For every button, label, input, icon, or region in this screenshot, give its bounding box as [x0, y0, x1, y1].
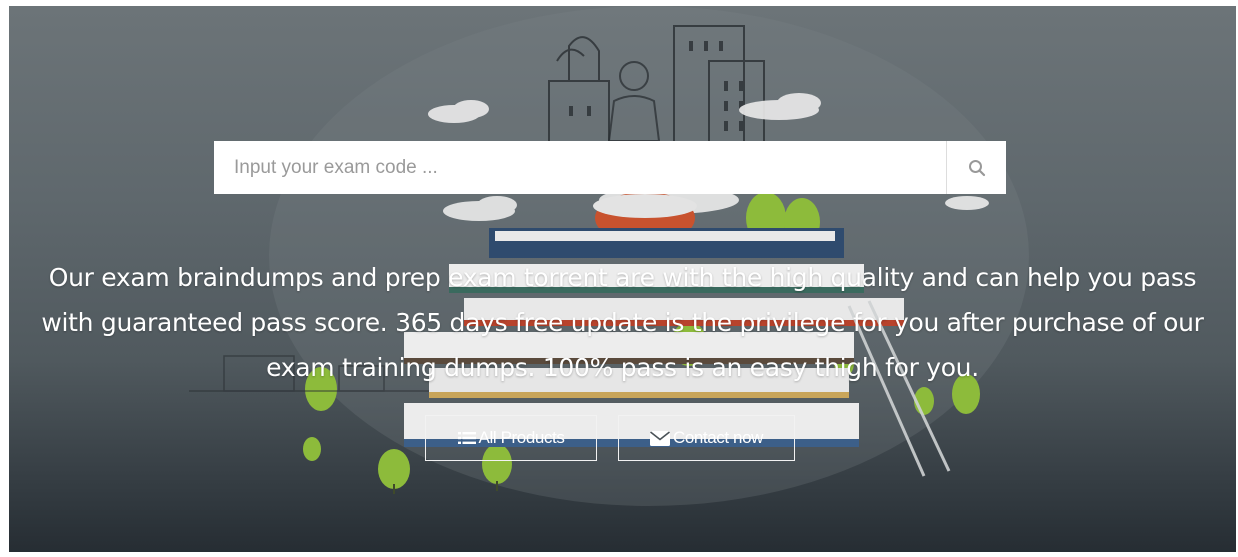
- search-button[interactable]: [946, 141, 1006, 194]
- hero-banner: Our exam braindumps and prep exam torren…: [9, 6, 1236, 552]
- contact-now-button[interactable]: Contact now: [618, 415, 795, 461]
- search-icon: [968, 159, 985, 176]
- contact-now-label: Contact now: [672, 428, 764, 447]
- all-products-button[interactable]: All Products: [425, 415, 597, 461]
- page: Our exam braindumps and prep exam torren…: [0, 0, 1238, 557]
- envelope-icon: [649, 430, 670, 446]
- search-input[interactable]: [214, 141, 946, 194]
- hero-tagline: Our exam braindumps and prep exam torren…: [41, 263, 1204, 382]
- list-icon: [457, 431, 476, 445]
- all-products-label: All Products: [478, 428, 565, 447]
- search-bar: [214, 141, 1006, 194]
